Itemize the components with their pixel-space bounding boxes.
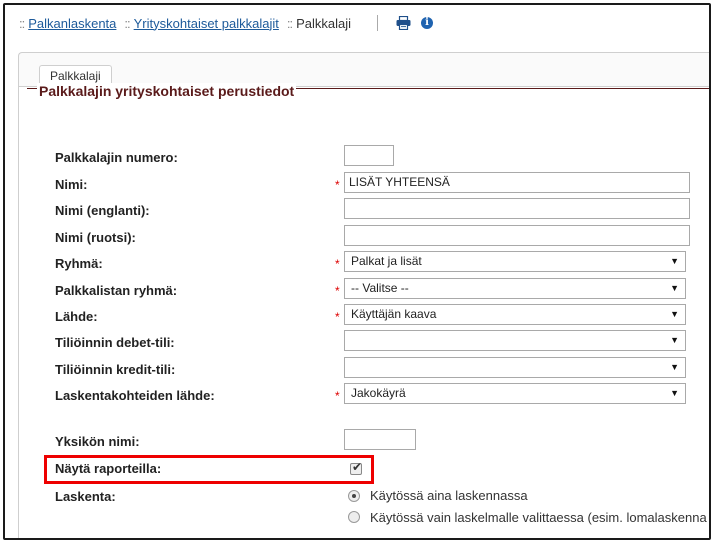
section-title: Palkkalajin yrityskohtaiset perustiedot <box>37 83 297 99</box>
label-kredit-tili: Tiliöinnin kredit-tili: <box>55 362 176 377</box>
required-marker: * <box>335 257 340 271</box>
chevron-down-icon: ▼ <box>670 283 679 293</box>
tab-strip: Palkkalaji <box>19 53 709 88</box>
yksikon-nimi-input[interactable] <box>344 429 416 450</box>
radio-selected-dot <box>352 494 356 498</box>
label-yksikon-nimi: Yksikön nimi: <box>55 434 140 449</box>
ryhma-select[interactable]: Palkat ja lisät ▼ <box>344 251 686 272</box>
label-nimi-englanti: Nimi (englanti): <box>55 203 150 218</box>
palkkalistan-ryhma-select[interactable]: -- Valitse -- ▼ <box>344 278 686 299</box>
label-nimi-ruotsi: Nimi (ruotsi): <box>55 230 136 245</box>
label-laskentakohteiden-lahde: Laskentakohteiden lähde: <box>55 388 215 403</box>
breadcrumb-yrityskohtaiset-palkkalajit[interactable]: Yrityskohtaiset palkkalajit <box>134 16 279 31</box>
label-nimi: Nimi: <box>55 177 88 192</box>
palkkalistan-ryhma-select-value: -- Valitse -- <box>351 281 409 295</box>
lahde-select[interactable]: Käyttäjän kaava ▼ <box>344 304 686 325</box>
label-laskenta: Laskenta: <box>55 489 116 504</box>
highlight-annotation <box>44 455 374 484</box>
laskenta-option-valittaessa[interactable]: Käytössä vain laskelmalle valittaessa (e… <box>370 510 707 525</box>
laskentakohteiden-lahde-select[interactable]: Jakokäyrä ▼ <box>344 383 686 404</box>
required-marker: * <box>335 178 340 192</box>
numero-input[interactable] <box>344 145 394 166</box>
lahde-select-value: Käyttäjän kaava <box>351 307 437 321</box>
label-ryhma: Ryhmä: <box>55 256 103 271</box>
breadcrumb-current: Palkkalaji <box>296 15 352 31</box>
breadcrumb-bar: :: Palkanlaskenta :: Yrityskohtaiset pal… <box>5 5 709 41</box>
breadcrumb-separator: :: <box>286 15 293 31</box>
printer-icon <box>396 16 411 30</box>
chevron-down-icon: ▼ <box>670 335 679 345</box>
nimi-englanti-input[interactable] <box>344 198 690 219</box>
info-button[interactable]: i <box>421 17 434 29</box>
ryhma-select-value: Palkat ja lisät <box>351 254 422 268</box>
chevron-down-icon: ▼ <box>670 388 679 398</box>
laskenta-option-aina[interactable]: Käytössä aina laskennassa <box>370 488 528 503</box>
label-debet-tili: Tiliöinnin debet-tili: <box>55 335 175 350</box>
breadcrumb-palkanlaskenta[interactable]: Palkanlaskenta <box>28 16 116 31</box>
toolbar-divider <box>377 15 379 31</box>
debet-tili-select[interactable]: ▼ <box>344 330 686 351</box>
required-marker: * <box>335 284 340 298</box>
laskentakohteiden-lahde-select-value: Jakokäyrä <box>351 386 406 400</box>
chevron-down-icon: ▼ <box>670 362 679 372</box>
chevron-down-icon: ▼ <box>670 256 679 266</box>
kredit-tili-select[interactable]: ▼ <box>344 357 686 378</box>
nimi-input[interactable]: LISÄT YHTEENSÄ <box>344 172 690 193</box>
breadcrumb-separator: :: <box>19 15 25 31</box>
laskenta-radio-valittaessa[interactable] <box>348 511 360 523</box>
breadcrumb-separator: :: <box>124 15 130 31</box>
label-numero: Palkkalajin numero: <box>55 150 178 165</box>
nimi-ruotsi-input[interactable] <box>344 225 690 246</box>
required-marker: * <box>335 389 340 403</box>
chevron-down-icon: ▼ <box>670 309 679 319</box>
required-marker: * <box>335 310 340 324</box>
label-palkkalistan-ryhma: Palkkalistan ryhmä: <box>55 283 178 298</box>
laskenta-radio-aina[interactable] <box>348 490 360 502</box>
info-icon: i <box>421 17 434 29</box>
window-frame: :: Palkanlaskenta :: Yrityskohtaiset pal… <box>3 3 711 540</box>
label-lahde: Lähde: <box>55 309 98 324</box>
print-button[interactable] <box>396 16 411 30</box>
